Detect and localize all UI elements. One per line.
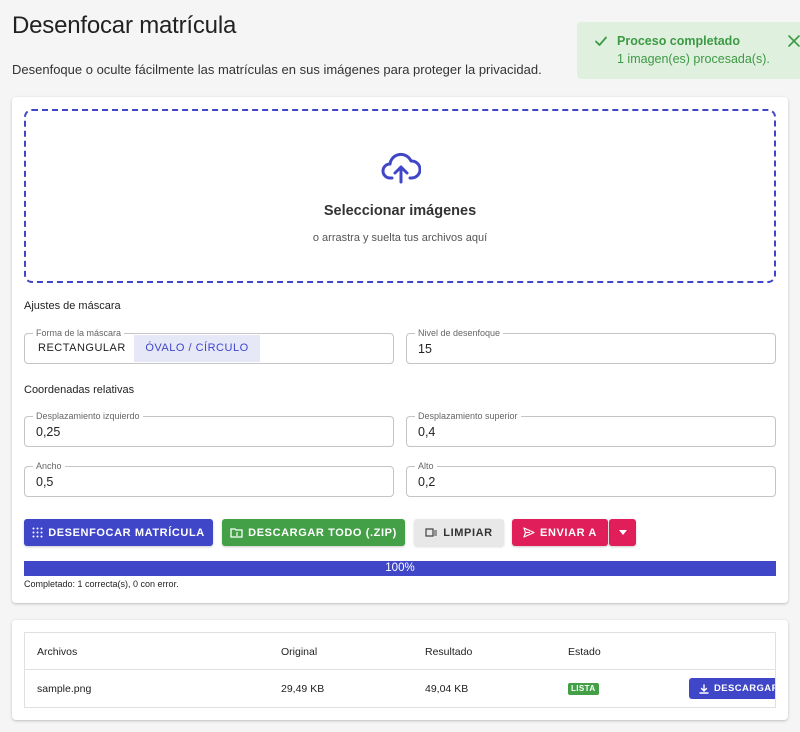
send-to-dropdown-button[interactable]: [609, 519, 636, 546]
column-result: Resultado: [425, 646, 473, 658]
file-name: sample.png: [37, 683, 92, 695]
download-icon: [699, 683, 709, 694]
caret-down-icon: [618, 530, 627, 535]
width-field[interactable]: Ancho 0,5: [24, 460, 394, 497]
clear-button[interactable]: LIMPIAR: [414, 519, 504, 546]
height-label: Alto: [415, 460, 437, 472]
clear-label: LIMPIAR: [443, 526, 493, 539]
download-all-label: DESCARGAR TODO (.ZIP): [248, 526, 397, 539]
file-original-size: 29,49 KB: [281, 683, 325, 695]
progress-status: Completado: 1 correcta(s), 0 con error.: [24, 579, 179, 589]
folder-zip-icon: [230, 528, 243, 538]
dropzone-subtitle: o arrastra y suelta tus archivos aquí: [312, 232, 488, 244]
blur-plate-button[interactable]: DESENFOCAR MATRÍCULA: [24, 519, 213, 546]
files-card: Archivos Original Resultado Estado sampl…: [12, 620, 788, 720]
offset-top-label: Desplazamiento superior: [415, 410, 521, 422]
mask-settings-heading: Ajustes de máscara: [24, 300, 121, 312]
check-icon: [595, 36, 607, 46]
column-original: Original: [281, 646, 318, 658]
toast-message: 1 imagen(es) procesada(s).: [617, 52, 770, 66]
page-subtitle: Desenfoque o oculte fácilmente las matrí…: [12, 62, 542, 77]
offset-left-field[interactable]: Desplazamiento izquierdo 0,25: [24, 410, 394, 447]
shape-option-rectangular[interactable]: RECTANGULAR: [26, 335, 138, 362]
send-to-button[interactable]: ENVIAR A: [512, 519, 608, 546]
toast-title: Proceso completado: [617, 34, 740, 48]
blur-plate-label: DESENFOCAR MATRÍCULA: [48, 526, 205, 539]
settings-card: Seleccionar imágenes o arrastra y suelta…: [12, 97, 788, 603]
progress-bar: 100%: [24, 561, 776, 576]
dropzone-title: Seleccionar imágenes: [323, 203, 477, 219]
blur-level-value[interactable]: 15: [418, 342, 432, 356]
clear-icon: [425, 528, 438, 537]
coordinates-heading: Coordenadas relativas: [24, 384, 135, 396]
blur-level-label: Nivel de desenfoque: [415, 327, 504, 339]
status-badge: LISTA: [568, 683, 599, 695]
page-title: Desenfocar matrícula: [12, 12, 237, 39]
files-table: Archivos Original Resultado Estado sampl…: [24, 632, 776, 708]
table-header: Archivos Original Resultado Estado: [25, 633, 775, 670]
success-toast: Proceso completado 1 imagen(es) procesad…: [577, 22, 800, 79]
height-field[interactable]: Alto 0,2: [406, 460, 776, 497]
width-label: Ancho: [33, 460, 65, 472]
send-to-label: ENVIAR A: [540, 526, 597, 539]
height-value[interactable]: 0,2: [418, 475, 435, 489]
offset-top-value[interactable]: 0,4: [418, 425, 435, 439]
progress-percent: 100%: [385, 562, 415, 574]
offset-left-value[interactable]: 0,25: [36, 425, 60, 439]
send-icon: [523, 527, 535, 538]
file-result-size: 49,04 KB: [425, 683, 469, 695]
close-icon[interactable]: [787, 34, 800, 48]
image-dropzone[interactable]: Seleccionar imágenes o arrastra y suelta…: [24, 109, 776, 283]
width-value[interactable]: 0,5: [36, 475, 53, 489]
download-file-button[interactable]: DESCARGAR: [689, 678, 776, 699]
mask-shape-toggle: Forma de la máscara RECTANGULAR ÓVALO / …: [24, 327, 394, 364]
column-status: Estado: [568, 646, 601, 658]
cloud-upload-icon: [381, 152, 421, 184]
offset-top-field[interactable]: Desplazamiento superior 0,4: [406, 410, 776, 447]
column-files: Archivos: [37, 646, 78, 658]
offset-left-label: Desplazamiento izquierdo: [33, 410, 143, 422]
blur-icon: [32, 527, 43, 538]
download-file-label: DESCARGAR: [714, 683, 776, 694]
shape-option-oval[interactable]: ÓVALO / CÍRCULO: [134, 335, 260, 362]
blur-level-field[interactable]: Nivel de desenfoque 15: [406, 327, 776, 364]
download-all-button[interactable]: DESCARGAR TODO (.ZIP): [222, 519, 405, 546]
